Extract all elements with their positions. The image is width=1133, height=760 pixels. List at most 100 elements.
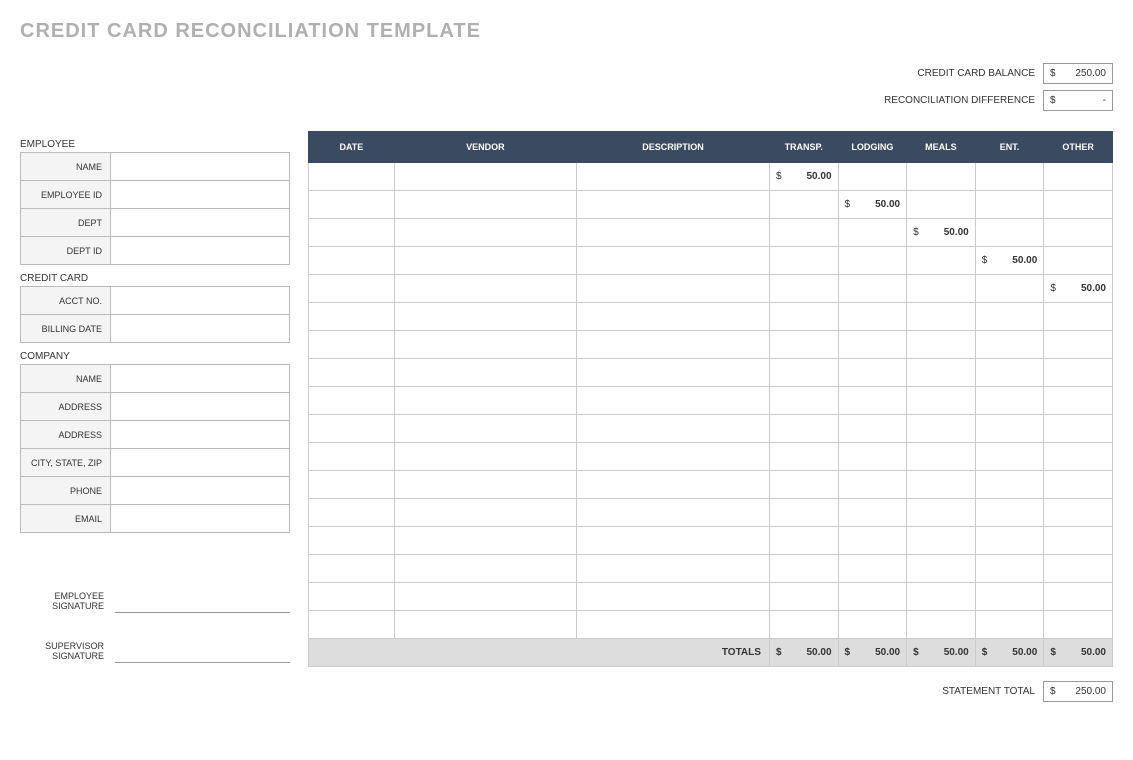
cell-description[interactable] xyxy=(576,611,769,639)
cell-description[interactable] xyxy=(576,163,769,191)
cell-vendor[interactable] xyxy=(394,275,576,303)
cell-other[interactable] xyxy=(1044,247,1113,275)
cell-lodging[interactable] xyxy=(838,387,907,415)
cell-description[interactable] xyxy=(576,499,769,527)
cell-other[interactable] xyxy=(1044,527,1113,555)
cell-vendor[interactable] xyxy=(394,471,576,499)
cell-ent[interactable] xyxy=(975,415,1044,443)
cell-lodging[interactable] xyxy=(838,247,907,275)
cell-transp[interactable] xyxy=(769,191,838,219)
cell-date[interactable] xyxy=(309,359,395,387)
cell-meals[interactable] xyxy=(907,471,976,499)
cell-transp[interactable] xyxy=(769,471,838,499)
cell-date[interactable] xyxy=(309,583,395,611)
cell-other[interactable] xyxy=(1044,359,1113,387)
cell-date[interactable] xyxy=(309,415,395,443)
cell-description[interactable] xyxy=(576,359,769,387)
cell-lodging[interactable] xyxy=(838,219,907,247)
cell-other[interactable] xyxy=(1044,499,1113,527)
cell-meals[interactable]: $50.00 xyxy=(907,219,976,247)
cell-other[interactable] xyxy=(1044,443,1113,471)
cell-vendor[interactable] xyxy=(394,219,576,247)
cell-lodging[interactable] xyxy=(838,303,907,331)
cell-ent[interactable]: $50.00 xyxy=(975,247,1044,275)
billing-date-input[interactable] xyxy=(111,315,290,343)
dept-input[interactable] xyxy=(111,209,290,237)
cell-vendor[interactable] xyxy=(394,415,576,443)
cell-transp[interactable] xyxy=(769,583,838,611)
cell-date[interactable] xyxy=(309,611,395,639)
cell-other[interactable] xyxy=(1044,219,1113,247)
company-address2-input[interactable] xyxy=(111,421,290,449)
cell-description[interactable] xyxy=(576,555,769,583)
company-name-input[interactable] xyxy=(111,365,290,393)
cell-other[interactable] xyxy=(1044,387,1113,415)
cell-vendor[interactable] xyxy=(394,611,576,639)
cell-date[interactable] xyxy=(309,443,395,471)
cell-ent[interactable] xyxy=(975,219,1044,247)
cell-lodging[interactable] xyxy=(838,499,907,527)
cell-vendor[interactable] xyxy=(394,163,576,191)
cell-description[interactable] xyxy=(576,275,769,303)
cell-other[interactable] xyxy=(1044,415,1113,443)
cell-transp[interactable] xyxy=(769,359,838,387)
cell-ent[interactable] xyxy=(975,583,1044,611)
cell-meals[interactable] xyxy=(907,163,976,191)
cell-lodging[interactable] xyxy=(838,471,907,499)
cell-vendor[interactable] xyxy=(394,387,576,415)
cell-transp[interactable] xyxy=(769,303,838,331)
cell-ent[interactable] xyxy=(975,611,1044,639)
cell-ent[interactable] xyxy=(975,191,1044,219)
cell-ent[interactable] xyxy=(975,471,1044,499)
cell-other[interactable] xyxy=(1044,471,1113,499)
cell-lodging[interactable] xyxy=(838,163,907,191)
cell-date[interactable] xyxy=(309,527,395,555)
cell-date[interactable] xyxy=(309,387,395,415)
cell-date[interactable] xyxy=(309,331,395,359)
cell-other[interactable] xyxy=(1044,163,1113,191)
cell-vendor[interactable] xyxy=(394,191,576,219)
cell-description[interactable] xyxy=(576,527,769,555)
cell-other[interactable] xyxy=(1044,303,1113,331)
cell-ent[interactable] xyxy=(975,443,1044,471)
cell-meals[interactable] xyxy=(907,247,976,275)
cell-date[interactable] xyxy=(309,219,395,247)
cell-date[interactable] xyxy=(309,191,395,219)
cell-meals[interactable] xyxy=(907,499,976,527)
cell-vendor[interactable] xyxy=(394,499,576,527)
cell-transp[interactable] xyxy=(769,527,838,555)
cell-lodging[interactable]: $50.00 xyxy=(838,191,907,219)
cell-vendor[interactable] xyxy=(394,331,576,359)
cell-transp[interactable] xyxy=(769,331,838,359)
cell-lodging[interactable] xyxy=(838,359,907,387)
cell-ent[interactable] xyxy=(975,359,1044,387)
cell-meals[interactable] xyxy=(907,387,976,415)
cell-meals[interactable] xyxy=(907,611,976,639)
acct-no-input[interactable] xyxy=(111,287,290,315)
cell-other[interactable]: $50.00 xyxy=(1044,275,1113,303)
statement-total-box[interactable]: $ 250.00 xyxy=(1043,681,1113,702)
cell-other[interactable] xyxy=(1044,611,1113,639)
cell-date[interactable] xyxy=(309,247,395,275)
cell-description[interactable] xyxy=(576,471,769,499)
cell-vendor[interactable] xyxy=(394,247,576,275)
cell-meals[interactable] xyxy=(907,359,976,387)
supervisor-signature-line[interactable] xyxy=(115,662,290,663)
cell-description[interactable] xyxy=(576,219,769,247)
cell-vendor[interactable] xyxy=(394,555,576,583)
cell-transp[interactable]: $50.00 xyxy=(769,163,838,191)
cell-date[interactable] xyxy=(309,275,395,303)
employee-id-input[interactable] xyxy=(111,181,290,209)
cell-lodging[interactable] xyxy=(838,611,907,639)
cell-description[interactable] xyxy=(576,415,769,443)
cell-meals[interactable] xyxy=(907,583,976,611)
cell-vendor[interactable] xyxy=(394,303,576,331)
cell-transp[interactable] xyxy=(769,247,838,275)
cell-vendor[interactable] xyxy=(394,583,576,611)
cell-vendor[interactable] xyxy=(394,527,576,555)
cell-description[interactable] xyxy=(576,443,769,471)
cell-vendor[interactable] xyxy=(394,443,576,471)
company-csz-input[interactable] xyxy=(111,449,290,477)
cell-ent[interactable] xyxy=(975,555,1044,583)
cell-transp[interactable] xyxy=(769,499,838,527)
